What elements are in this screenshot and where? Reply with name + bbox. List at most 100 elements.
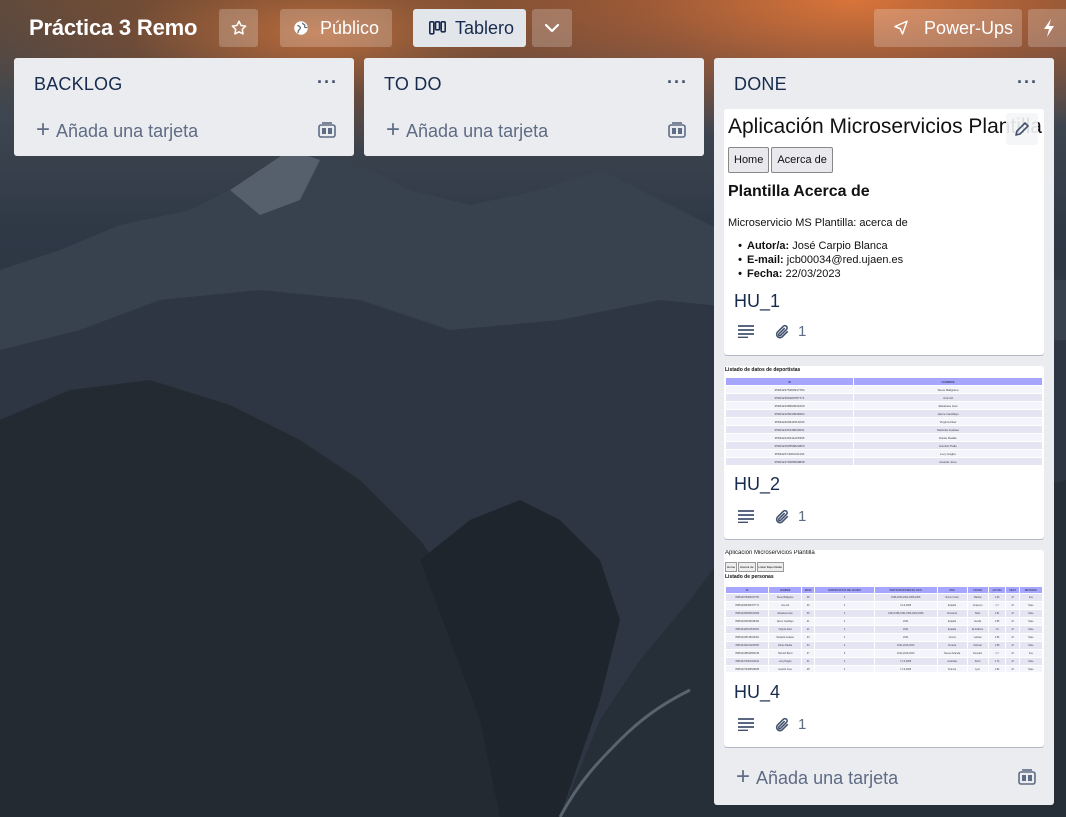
cover-cell: 1.86 — [987, 633, 1007, 642]
cover-cell: M — [1005, 593, 1020, 602]
cover-table-row: 359642429911515203 Virginia Diaz 21 3 2021 Es… — [724, 625, 1044, 634]
cover-cell: 1.74 — [987, 657, 1007, 666]
visibility-button[interactable]: Público — [280, 9, 392, 47]
cover-cell: 1.82 — [987, 665, 1007, 672]
list-menu-button[interactable]: ··· — [1017, 72, 1038, 93]
card-hu-2[interactable]: Listado de datos de deportistas ID NOMBR… — [724, 366, 1044, 539]
cover-cell: España — [936, 601, 968, 610]
cover-cell: 2021,2016,2020 — [873, 641, 938, 650]
cover-cell: Nueva Zelanda — [936, 649, 968, 658]
cover-cell: 359642425049948494 — [724, 617, 770, 626]
cover-nav: Home Acerca de Listar Deportistas — [725, 562, 784, 572]
cover-cell: 359642474001041164 — [725, 449, 854, 458]
list-menu-button[interactable]: ··· — [317, 72, 338, 93]
card-hu-1[interactable]: Aplicación Microservicios Plantilla Home… — [724, 109, 1044, 355]
powerups-button[interactable]: Power-Ups — [874, 9, 1022, 47]
cover-cell: Grecia — [936, 633, 968, 642]
cover-cell: 359642440211226365 — [725, 433, 854, 442]
add-card-button[interactable]: + Añada una tarjeta — [736, 763, 898, 793]
card-title: HU_1 — [734, 291, 781, 311]
cover-cell: 3 — [814, 657, 875, 666]
cover-cell: Lucy Hagbo — [853, 449, 1043, 458]
cover-table-row: 359642448546890239 Hamish Bond 37 6 2012,201… — [724, 649, 1044, 658]
cover-cell: 12-6-2008 — [873, 601, 938, 610]
cover-cell: 31 — [800, 657, 816, 666]
card-badges: 1 — [738, 323, 806, 340]
cover-cell: Sibiu — [966, 609, 989, 618]
cover-cell: 17-6-2008 — [873, 657, 938, 666]
board-title[interactable]: Práctica 3 Remo — [29, 15, 197, 41]
cover-cell: false — [1018, 601, 1044, 610]
list-title[interactable]: TO DO — [384, 74, 442, 95]
cover-cell: 359642440211226365 — [724, 641, 770, 650]
cover-cell: 3 — [814, 625, 875, 634]
cover-cell: false — [1018, 641, 1044, 650]
cover-table-row: 359642375482947784 Steve Ballgrace 38 3 1996… — [724, 593, 1044, 602]
cover-nav-item: Home — [728, 147, 770, 173]
template-icon[interactable] — [1018, 769, 1036, 785]
plus-icon: + — [386, 116, 401, 143]
cover-cell: Hamish Pallo — [853, 441, 1043, 450]
cover-cell: Australia — [936, 657, 968, 666]
add-card-button[interactable]: + Añada una tarjeta — [386, 116, 548, 146]
cover-nav-item: Listar Deportistas — [756, 562, 784, 572]
cover-table-row: 359642440211226365 Dante Radde 34 2 2021,201… — [724, 641, 1044, 650]
cover-table-row: 359642435148043001 Stefania Gudaso 33 3 2021… — [724, 633, 1044, 642]
board-icon — [429, 21, 446, 35]
cover-cell: M — [1005, 641, 1020, 650]
cover-heading: Aplicación Microservicios Plantilla — [728, 115, 1042, 138]
cover-cell: M — [1005, 625, 1020, 634]
template-icon[interactable] — [668, 122, 686, 138]
cover-cell: false — [1018, 633, 1044, 642]
card-badges: 1 — [738, 716, 806, 733]
cover-cell: 359642452558622803 — [725, 441, 854, 450]
cover-cell: M — [1005, 657, 1020, 666]
attachments-badge: 1 — [774, 508, 806, 525]
cover-cell: 2 — [814, 665, 875, 672]
description-icon — [738, 718, 754, 731]
cover-table-row: 359642408990631069 Elisabeta Llan 56 3 1984,… — [724, 609, 1044, 618]
cover-table-row: 359642396489787771 Ana Gil 36 3 12-6-2008 Esp… — [724, 601, 1044, 610]
cover-cell: Dunedin — [966, 649, 989, 658]
board-view-button[interactable]: Tablero — [413, 9, 526, 47]
cover-cell: 3 — [814, 609, 875, 618]
card-title: HU_2 — [734, 474, 781, 494]
cover-cell: 1.88 — [987, 641, 1007, 650]
cover-subheading: Plantilla Acerca de — [728, 183, 870, 200]
attachments-badge: 1 — [774, 716, 806, 733]
description-icon — [738, 325, 754, 338]
cover-subheading: Listado de personas — [725, 574, 774, 580]
cover-cell: 17-6-2008 — [873, 665, 938, 672]
cover-cell: true — [1018, 593, 1044, 602]
list-title[interactable]: DONE — [734, 74, 787, 95]
cover-cell: 6 — [814, 649, 875, 658]
card-badges: 1 — [738, 508, 806, 525]
cover-cell: Croacia — [936, 641, 968, 650]
cover-cell: 2021 — [873, 617, 938, 626]
cover-nav-item: Acerca de — [771, 147, 833, 173]
list-menu-button[interactable]: ··· — [667, 72, 688, 93]
edit-card-button[interactable] — [1006, 113, 1038, 145]
card-hu-4[interactable]: Aplicación Microservicios Plantilla Home… — [724, 550, 1044, 747]
add-card-button[interactable]: + Añada una tarjeta — [36, 116, 198, 146]
switch-views-button[interactable] — [532, 9, 572, 47]
cover-cell: 359642479485608838 — [724, 665, 770, 672]
cover-cell: M — [1005, 601, 1020, 610]
cover-table-header: PARTICIPACIONES EN JJOO — [873, 586, 938, 594]
automation-button[interactable] — [1028, 9, 1066, 47]
cover-cell: Ana Gil — [853, 393, 1043, 402]
cover-cell: El Astillero — [966, 625, 989, 634]
star-button[interactable] — [219, 9, 258, 47]
cover-cell: 2012,2016,2020 — [873, 649, 938, 658]
cover-cell: España — [936, 617, 968, 626]
cover-cell: Dante Radde — [768, 641, 802, 650]
list-title[interactable]: BACKLOG — [34, 74, 122, 95]
cover-nav-item: Home — [725, 562, 738, 572]
cover-cell: 3 — [814, 593, 875, 602]
visibility-label: Público — [320, 17, 380, 38]
template-icon[interactable] — [318, 122, 336, 138]
cover-cell: 1.7 — [987, 601, 1007, 610]
cover-cell: M — [1005, 617, 1020, 626]
cover-cell: 359642479485608838 — [725, 457, 854, 466]
cover-cell: 21 — [800, 625, 816, 634]
